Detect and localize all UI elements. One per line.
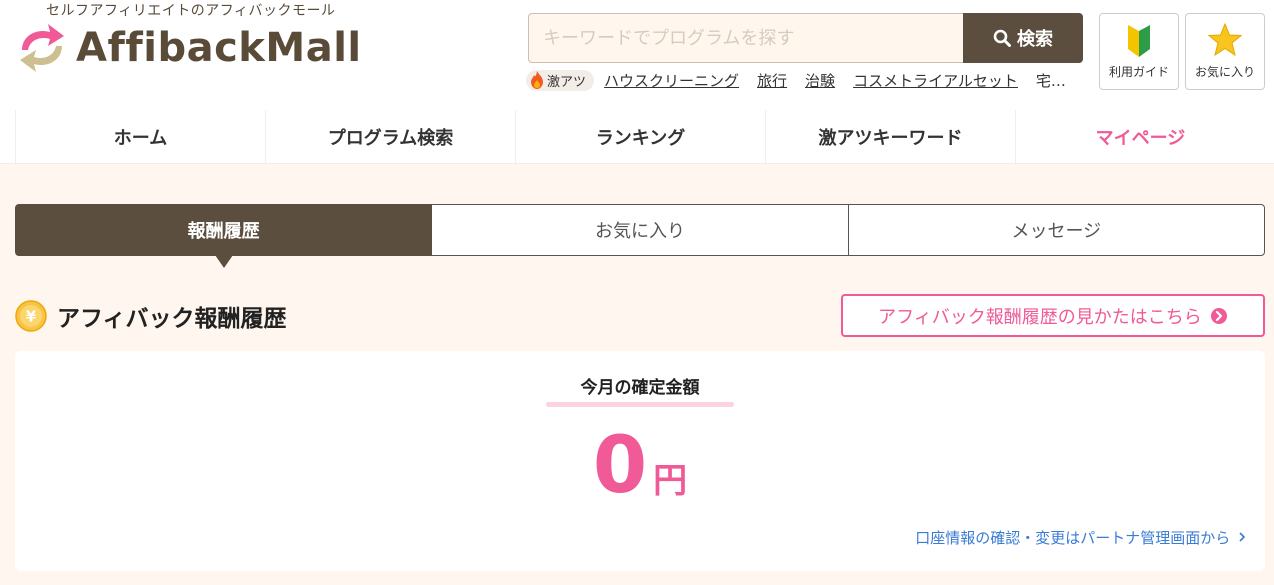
section-title: アフィバック報酬履歴 <box>57 306 287 332</box>
search-button-label: 検索 <box>1017 29 1053 50</box>
tab-reward-history[interactable]: 報酬履歴 <box>15 204 433 268</box>
nav-item-home[interactable]: ホーム <box>15 110 265 163</box>
hot-keyword-link[interactable]: ハウスクリーニング <box>604 70 739 91</box>
nav-item-hot-keywords[interactable]: 激アツキーワード <box>765 110 1015 163</box>
section-heading: ¥ アフィバック報酬履歴 <box>15 299 287 333</box>
hot-keyword-link[interactable]: 旅行 <box>757 70 787 91</box>
nav-item-program-search[interactable]: プログラム検索 <box>265 110 515 163</box>
label-underline <box>546 402 734 407</box>
global-nav: ホーム プログラム検索 ランキング 激アツキーワード マイページ <box>0 110 1274 164</box>
search-input[interactable] <box>528 13 963 63</box>
mypage-tabs: 報酬履歴 お気に入り メッセージ <box>15 204 1265 268</box>
site-tagline: セルフアフィリエイトのアフィバックモール <box>46 3 336 19</box>
chevron-right-circle-icon <box>1210 307 1227 324</box>
account-settings-link[interactable]: 口座情報の確認・変更はパートナ管理画面から <box>915 527 1247 548</box>
site-header: セルフアフィリエイトのアフィバックモール AffibackMall 検索 激アツ… <box>0 0 1274 110</box>
account-settings-label: 口座情報の確認・変更はパートナ管理画面から <box>915 529 1231 547</box>
nav-item-ranking[interactable]: ランキング <box>515 110 765 163</box>
reward-guide-label: アフィバック報酬履歴の見かたはこちら <box>878 306 1202 328</box>
flame-icon <box>531 71 543 89</box>
hot-keyword-link[interactable]: コスメトライアルセット <box>853 70 1018 91</box>
guide-button[interactable]: 利用ガイド <box>1099 13 1179 90</box>
hot-badge-label: 激アツ <box>547 74 587 90</box>
confirmed-amount-label: 今月の確定金額 <box>580 378 700 398</box>
search-button[interactable]: 検索 <box>963 13 1083 63</box>
logo-mark-icon <box>20 24 64 72</box>
reward-guide-link[interactable]: アフィバック報酬履歴の見かたはこちら <box>841 294 1265 337</box>
hot-badge: 激アツ <box>526 69 595 91</box>
search-icon <box>993 29 1011 47</box>
main-content: 報酬履歴 お気に入り メッセージ ¥ アフィバック報酬履歴 アフィバック報酬履歴… <box>0 164 1274 585</box>
hot-keywords: 激アツ ハウスクリーニング 旅行 治験 コスメトライアルセット 宅… <box>526 68 1086 92</box>
search-bar: 検索 <box>528 13 1083 63</box>
hot-keyword-more[interactable]: 宅… <box>1036 70 1066 91</box>
yen-coin-icon: ¥ <box>15 300 47 332</box>
favorites-button[interactable]: お気に入り <box>1185 13 1265 90</box>
beginner-mark-icon <box>1128 25 1150 57</box>
logo-text: AffibackMall <box>76 25 362 71</box>
tab-favorites[interactable]: お気に入り <box>432 204 849 256</box>
hot-keyword-link[interactable]: 治験 <box>805 70 835 91</box>
confirmed-amount: 0円 <box>15 427 1265 505</box>
amount-unit: 円 <box>653 461 688 501</box>
nav-item-mypage[interactable]: マイページ <box>1015 110 1265 163</box>
guide-button-label: 利用ガイド <box>1108 65 1169 79</box>
site-logo[interactable]: AffibackMall <box>14 20 362 76</box>
favorites-button-label: お気に入り <box>1194 65 1255 79</box>
chevron-right-icon <box>1239 532 1246 542</box>
tab-messages[interactable]: メッセージ <box>848 204 1265 256</box>
confirmed-amount-card: 今月の確定金額 0円 口座情報の確認・変更はパートナ管理画面から <box>15 351 1265 571</box>
svg-text:¥: ¥ <box>26 308 37 326</box>
amount-value: 0 <box>592 421 648 511</box>
star-icon <box>1208 23 1242 57</box>
